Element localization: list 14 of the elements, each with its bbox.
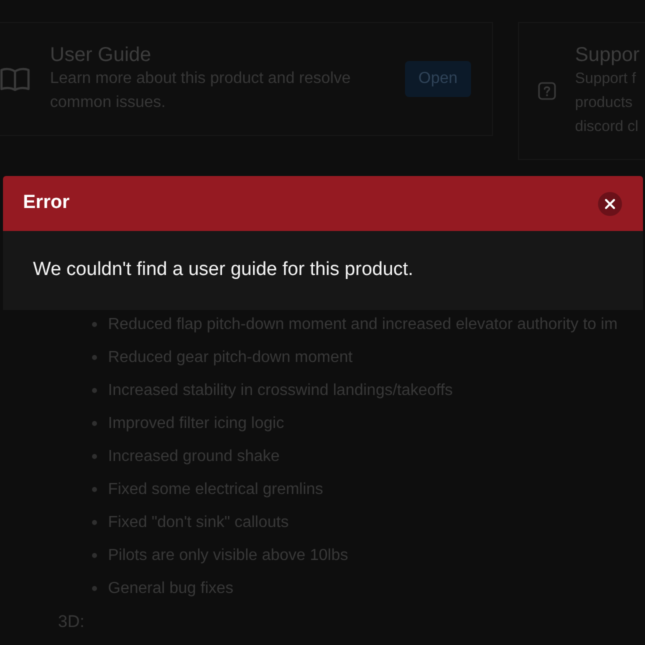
close-button[interactable] xyxy=(598,192,622,216)
bullet-icon xyxy=(92,487,97,492)
bullet-icon xyxy=(92,454,97,459)
bullet-icon xyxy=(92,388,97,393)
bullet-icon xyxy=(92,586,97,591)
bullet-icon xyxy=(92,553,97,558)
bullet-icon xyxy=(92,421,97,426)
close-icon xyxy=(605,198,615,208)
error-message: We couldn't find a user guide for this product. xyxy=(33,258,414,282)
question-icon xyxy=(538,82,556,100)
bullet-icon xyxy=(92,355,97,360)
dialog-title: Error xyxy=(23,191,70,216)
bullet-icon xyxy=(92,520,97,525)
bullet-icon xyxy=(92,322,97,327)
